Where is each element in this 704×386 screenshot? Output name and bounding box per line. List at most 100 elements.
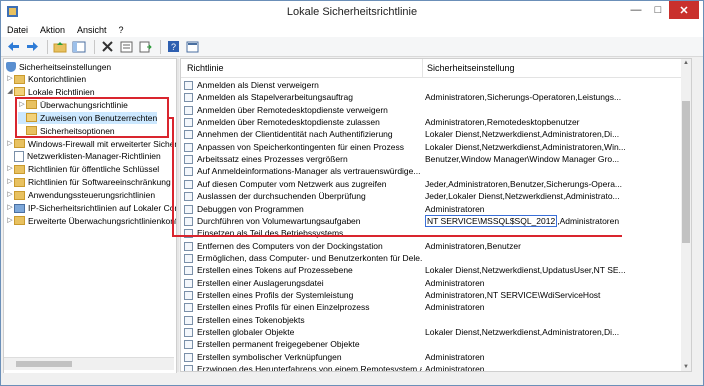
expand-arrow-icon[interactable]: ▷	[6, 138, 14, 150]
toolbar-separator	[160, 39, 161, 54]
policy-row[interactable]: Arbeitssatz eines Prozesses vergrößern Be…	[181, 153, 681, 165]
column-sicherheitseinstellung[interactable]: Sicherheitseinstellung	[427, 63, 515, 73]
console-icon[interactable]	[184, 39, 200, 55]
policy-row[interactable]: Durchführen von Volumewartungsaufgaben NT…	[181, 214, 681, 227]
policy-icon	[184, 118, 193, 128]
maximize-button[interactable]: □	[647, 1, 669, 19]
up-folder-icon[interactable]	[52, 39, 68, 55]
policy-row[interactable]: Ermöglichen, dass Computer- und Benutzer…	[181, 252, 681, 264]
policy-row[interactable]: Erstellen symbolischer Verknüpfungen Admi…	[181, 351, 681, 363]
menu-ansicht[interactable]: Ansicht	[71, 23, 113, 37]
delete-icon[interactable]	[99, 39, 115, 55]
tree-item[interactable]: ▷ Richtlinien für Softwareeinschränkung	[6, 176, 170, 188]
policy-row[interactable]: Auf diesen Computer vom Netzwerk aus zug…	[181, 178, 681, 190]
scroll-down-icon[interactable]: ▼	[681, 363, 691, 371]
policy-setting: Lokaler Dienst,Netzwerkdienst,Administra…	[425, 327, 620, 337]
column-richtlinie[interactable]: Richtlinie	[187, 63, 224, 73]
policy-row[interactable]: Auf Anmeldeinformations-Manager als vert…	[181, 165, 681, 177]
policy-row[interactable]: Annehmen der Clientidentität nach Authen…	[181, 128, 681, 140]
policy-row[interactable]: Auslassen der durchsuchenden Überprüfung…	[181, 190, 681, 202]
policy-setting: Jeder,Administratoren,Benutzer,Sicherung…	[425, 178, 623, 189]
menu-help[interactable]: ?	[113, 23, 130, 37]
window-title: Lokale Sicherheitsrichtlinie	[286, 6, 418, 18]
expand-arrow-icon[interactable]: ▷	[6, 163, 14, 175]
policy-row[interactable]: Erzwingen des Herunterfahrens von einem …	[181, 363, 681, 371]
policy-icon	[184, 93, 193, 103]
tree-item[interactable]: ▷ Windows-Firewall mit erweiterter Sicher…	[6, 138, 176, 150]
scroll-thumb[interactable]	[16, 361, 72, 367]
expand-arrow-icon[interactable]: ▷	[6, 176, 14, 188]
export-list-icon[interactable]	[137, 39, 153, 55]
policy-setting: Lokaler Dienst,Netzwerkdienst,Administra…	[425, 129, 620, 140]
computer-icon	[14, 203, 25, 213]
policy-name: Auslassen der durchsuchenden Überprüfung	[197, 191, 366, 202]
expand-arrow-icon[interactable]: ▷	[6, 215, 14, 227]
status-bar	[1, 373, 703, 385]
policy-name: Durchführen von Volumewartungsaufgaben	[197, 215, 361, 226]
policy-row[interactable]: Erstellen eines Profils für einen Einzel…	[181, 301, 681, 313]
close-button[interactable]: ✕	[669, 1, 699, 19]
column-separator[interactable]	[422, 59, 423, 77]
policy-row[interactable]: Anpassen von Speicherkontingenten für ei…	[181, 141, 681, 153]
policy-row[interactable]: Erstellen globaler Objekte Lokaler Dienst…	[181, 326, 681, 338]
main-window: Lokale Sicherheitsrichtlinie — □ ✕ Datei…	[0, 0, 704, 386]
tree-item[interactable]: ▷ Erweiterte Überwachungsrichtlinienkonfi…	[6, 215, 177, 227]
tree-horizontal-scrollbar[interactable]	[4, 357, 174, 370]
tree-item-label: Erweiterte Überwachungsrichtlinienkonfig…	[28, 215, 177, 226]
tree-item[interactable]: ▷ Richtlinien für öffentliche Schlüssel	[6, 163, 159, 175]
expand-arrow-icon[interactable]: ◢	[6, 86, 14, 98]
pane-splitter[interactable]	[177, 58, 179, 372]
policy-name: Erstellen permanent freigegebener Objekt…	[197, 339, 360, 350]
tree-root[interactable]: Sicherheitseinstellungen	[6, 61, 111, 73]
policy-name: Auf diesen Computer vom Netzwerk aus zug…	[197, 178, 387, 189]
policy-row[interactable]: Anmelden über Remotedesktopdienste zulas…	[181, 116, 681, 128]
scroll-up-icon[interactable]: ▲	[681, 59, 691, 67]
policy-name: Arbeitssatz eines Prozesses vergrößern	[197, 154, 348, 165]
policy-name: Anmelden über Remotedesktopdienste verwe…	[197, 104, 388, 115]
forward-arrow-icon[interactable]	[24, 39, 40, 55]
policy-row[interactable]: Erstellen einer Auslagerungsdatei Adminis…	[181, 277, 681, 289]
policy-name: Erstellen einer Auslagerungsdatei	[197, 277, 324, 288]
policy-row[interactable]: Debuggen von Programmen Administratoren	[181, 203, 681, 215]
policy-name: Auf Anmeldeinformations-Manager als vert…	[197, 166, 421, 177]
policy-row[interactable]: Erstellen eines Tokenobjekts	[181, 314, 681, 326]
policy-row[interactable]: Anmelden als Stapelverarbeitungsauftrag A…	[181, 91, 681, 103]
policy-name: Erstellen eines Profils der Systemleistu…	[197, 289, 354, 300]
help-icon[interactable]: ?	[165, 39, 181, 55]
tree-item[interactable]: ▷ Anwendungssteuerungsrichtlinien	[6, 189, 155, 201]
policy-name: Erstellen eines Tokenobjekts	[197, 314, 305, 325]
policy-row[interactable]: Erstellen permanent freigegebener Objekt…	[181, 338, 681, 350]
expand-arrow-icon[interactable]: ▷	[6, 202, 14, 214]
policy-row[interactable]: Entfernen des Computers von der Dockings…	[181, 240, 681, 252]
policy-icon	[184, 155, 193, 165]
tree-item[interactable]: ▷ Kontorichtlinien	[6, 73, 86, 85]
tree-item[interactable]: Netzwerklisten-Manager-Richtlinien	[6, 150, 161, 162]
tree-item-label: Anwendungssteuerungsrichtlinien	[28, 190, 156, 201]
policy-icon	[184, 365, 193, 371]
scroll-thumb[interactable]	[682, 101, 690, 243]
policy-name: Anmelden als Dienst verweigern	[197, 80, 319, 90]
menu-datei[interactable]: Datei	[1, 23, 34, 37]
expand-arrow-icon[interactable]: ▷	[6, 73, 14, 85]
highlight-box-tree	[15, 97, 169, 138]
policy-row[interactable]: Einsetzen als Teil des Betriebssystems	[181, 227, 681, 239]
menu-bar: Datei Aktion Ansicht ?	[1, 23, 703, 37]
policy-row[interactable]: Anmelden als Dienst verweigern	[181, 79, 681, 91]
policy-setting: Benutzer,Window Manager\Window Manager G…	[425, 154, 620, 165]
policy-setting: Administratoren	[425, 203, 485, 214]
policy-name: Ermöglichen, dass Computer- und Benutzer…	[197, 252, 422, 263]
menu-aktion[interactable]: Aktion	[34, 23, 71, 37]
list-vertical-scrollbar[interactable]: ▲ ▼	[681, 59, 691, 371]
properties-icon[interactable]	[118, 39, 134, 55]
policy-list-pane: Richtlinie Sicherheitseinstellung Anmeld…	[180, 58, 692, 372]
back-arrow-icon[interactable]	[5, 39, 21, 55]
policy-name: Entfernen des Computers von der Dockings…	[197, 240, 383, 251]
setting-edit-field[interactable]: NT SERVICE\MSSQL$SQL_2012	[425, 214, 558, 227]
show-hide-tree-icon[interactable]	[71, 39, 87, 55]
tree-item[interactable]: ▷ IP-Sicherheitsrichtlinien auf Lokaler C…	[6, 202, 176, 214]
policy-row[interactable]: Anmelden über Remotedesktopdienste verwe…	[181, 104, 681, 116]
expand-arrow-icon[interactable]: ▷	[6, 189, 14, 201]
policy-row[interactable]: Erstellen eines Tokens auf Prozessebene L…	[181, 264, 681, 276]
policy-row[interactable]: Erstellen eines Profils der Systemleistu…	[181, 289, 681, 301]
minimize-button[interactable]: —	[625, 1, 647, 19]
